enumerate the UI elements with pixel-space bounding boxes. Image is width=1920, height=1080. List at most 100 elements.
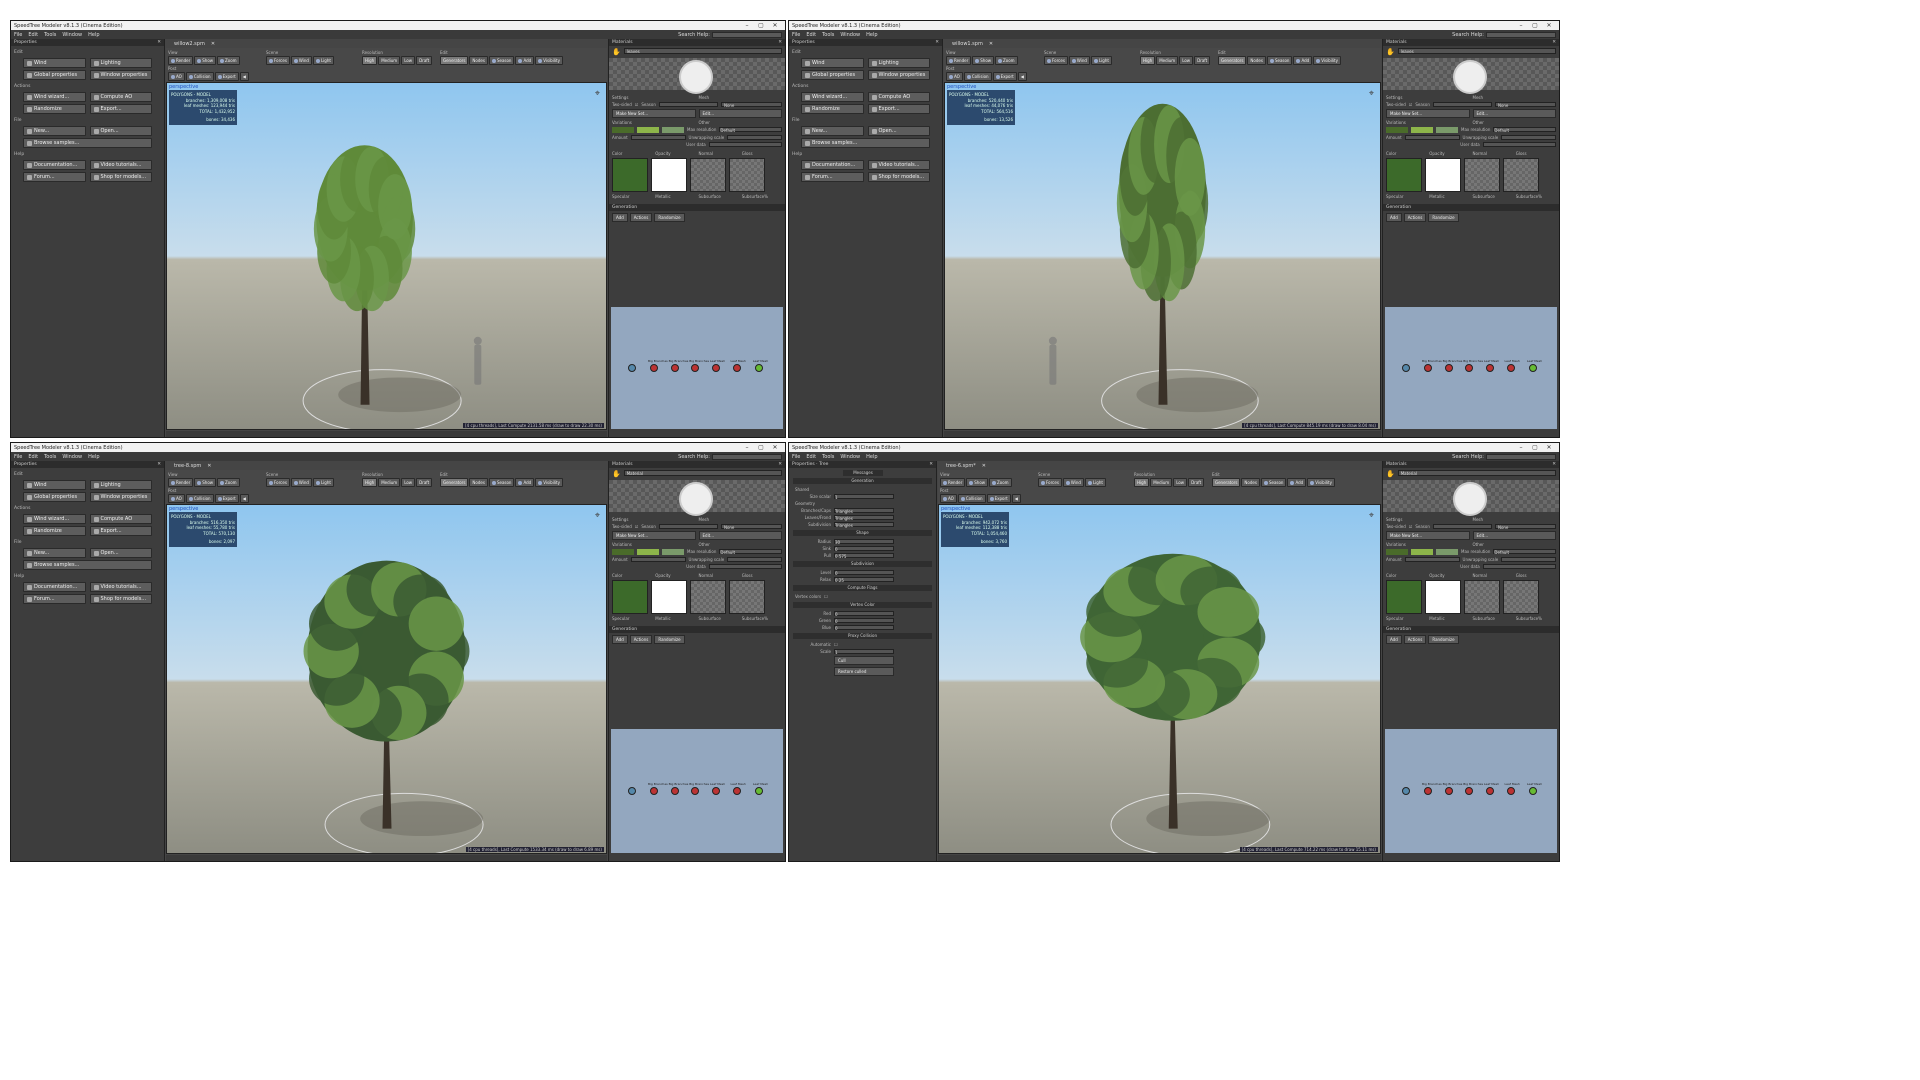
ao-button[interactable]: AO	[168, 72, 185, 81]
back-arrow-icon[interactable]: ◀	[239, 494, 249, 503]
search-help-input[interactable]	[1486, 453, 1556, 460]
gen-actions-button[interactable]: Actions	[629, 635, 653, 644]
window-properties-button[interactable]: Window properties	[89, 492, 152, 502]
menu-help[interactable]: Help	[88, 32, 99, 38]
3d-viewport[interactable]: perspective POLYGONS - MODEL branches: 5…	[944, 82, 1381, 430]
close-button[interactable]: ✕	[768, 22, 782, 29]
ao-button[interactable]: AO	[946, 72, 963, 81]
hand-icon[interactable]: ✋	[1386, 48, 1395, 56]
panel-close-icon[interactable]: ✕	[1552, 462, 1556, 467]
variation-swatch[interactable]	[662, 127, 684, 133]
green-field[interactable]: 0	[834, 618, 894, 624]
pull-field[interactable]: 0.575	[834, 553, 894, 559]
menu-edit[interactable]: Edit	[28, 32, 38, 38]
video-tutorials-button[interactable]: Video tutorials...	[89, 582, 152, 592]
close-button[interactable]: ✕	[1542, 444, 1556, 451]
season-field[interactable]	[1432, 524, 1492, 529]
generators-button[interactable]: Generators	[440, 56, 469, 65]
wind-wizard-button[interactable]: Wind wizard...	[23, 514, 86, 524]
video-tutorials-button[interactable]: Video tutorials...	[867, 160, 930, 170]
browse-samples-button[interactable]: Browse samples...	[23, 560, 152, 570]
material-select[interactable]: Material	[623, 470, 782, 476]
menu-edit[interactable]: Edit	[806, 32, 816, 38]
panel-close-icon[interactable]: ✕	[157, 40, 161, 45]
gen-add-button[interactable]: Add	[612, 213, 628, 222]
visibility-button[interactable]: Visibility	[1313, 56, 1341, 65]
lighting-button[interactable]: Lighting	[89, 480, 152, 490]
export-button[interactable]: Export	[214, 72, 239, 81]
menu-edit[interactable]: Edit	[28, 454, 38, 460]
nodes-button[interactable]: Nodes	[469, 478, 488, 487]
resolution-medium[interactable]: Medium	[1156, 56, 1179, 65]
size-scalar-field[interactable]: 1	[834, 494, 894, 500]
resolution-low[interactable]: Low	[1179, 56, 1194, 65]
generator-node[interactable]	[732, 364, 741, 372]
maximize-button[interactable]: ▢	[754, 22, 768, 29]
generator-node[interactable]	[1424, 787, 1432, 795]
generator-node[interactable]	[1444, 787, 1453, 795]
subdivision-select[interactable]: Triangles	[834, 522, 894, 528]
material-select[interactable]: leaves	[623, 48, 782, 54]
max-resolution-select[interactable]: Default	[1493, 549, 1556, 555]
back-arrow-icon[interactable]: ◀	[1017, 72, 1027, 81]
tree-root-node[interactable]	[627, 364, 636, 372]
generator-node[interactable]	[1465, 364, 1474, 372]
normal-map-thumb[interactable]	[1464, 580, 1500, 614]
show-button[interactable]: Show	[972, 56, 995, 65]
menu-edit[interactable]: Edit	[806, 454, 816, 460]
season-field[interactable]	[658, 102, 718, 107]
menu-help[interactable]: Help	[866, 32, 877, 38]
global-properties-button[interactable]: Global properties	[23, 492, 86, 502]
season-button[interactable]: Season	[1266, 56, 1293, 65]
resolution-draft[interactable]: Draft	[1188, 478, 1205, 487]
mesh-select[interactable]: None	[720, 102, 783, 108]
menu-window[interactable]: Window	[840, 454, 860, 460]
browse-samples-button[interactable]: Browse samples...	[23, 138, 152, 148]
resolution-medium[interactable]: Medium	[378, 56, 401, 65]
resolution-high[interactable]: High	[362, 56, 378, 65]
material-select[interactable]: Material	[1397, 470, 1556, 476]
tree-root-node[interactable]	[1401, 364, 1410, 372]
panel-close-icon[interactable]: ✕	[929, 462, 933, 467]
randomize-button[interactable]: Randomize	[23, 104, 86, 114]
user-data-field[interactable]	[708, 564, 782, 569]
leaf-node[interactable]	[1528, 787, 1537, 795]
document-tab[interactable]: tree-8.spm	[174, 463, 201, 469]
variation-swatch[interactable]	[1411, 127, 1433, 133]
light-button[interactable]: Light	[312, 478, 334, 487]
unwrapping-scale-field[interactable]	[727, 135, 783, 140]
generator-node[interactable]	[1506, 364, 1515, 372]
hand-icon[interactable]: ✋	[612, 48, 621, 56]
menu-window[interactable]: Window	[62, 32, 82, 38]
forum-button[interactable]: Forum...	[801, 172, 864, 182]
menu-file[interactable]: File	[792, 32, 800, 38]
unwrapping-scale-field[interactable]	[1501, 557, 1557, 562]
render-button[interactable]: Render	[940, 478, 966, 487]
collision-button[interactable]: Collision	[963, 72, 992, 81]
branches-caps-select[interactable]: Triangles	[834, 508, 894, 514]
shop-models-button[interactable]: Shop for models...	[867, 172, 930, 182]
make-new-set-button[interactable]: Make New Set...	[1386, 109, 1470, 118]
minimize-button[interactable]: –	[740, 22, 754, 29]
mesh-select[interactable]: None	[1494, 102, 1557, 108]
gen-actions-button[interactable]: Actions	[629, 213, 653, 222]
menu-tools[interactable]: Tools	[44, 454, 56, 460]
messages-tab[interactable]: Messages	[843, 470, 883, 476]
gen-add-button[interactable]: Add	[612, 635, 628, 644]
leaf-node[interactable]	[754, 787, 763, 795]
zoom-button[interactable]: Zoom	[217, 478, 240, 487]
gen-randomize-button[interactable]: Randomize	[1428, 213, 1459, 222]
open-button[interactable]: Open...	[89, 548, 152, 558]
blue-field[interactable]: 0	[834, 625, 894, 631]
export-dots-button[interactable]: Export...	[867, 104, 930, 114]
new-button[interactable]: New...	[23, 548, 86, 558]
variation-swatch[interactable]	[637, 549, 659, 555]
generator-node[interactable]	[1424, 364, 1432, 372]
nodes-button[interactable]: Nodes	[469, 56, 488, 65]
variation-swatch[interactable]	[612, 127, 634, 133]
panel-close-icon[interactable]: ✕	[778, 40, 782, 45]
global-properties-button[interactable]: Global properties	[23, 70, 86, 80]
generator-node[interactable]	[1485, 787, 1494, 795]
3d-viewport[interactable]: perspective POLYGONS - MODEL branches: 1…	[166, 82, 607, 430]
randomize-button[interactable]: Randomize	[23, 526, 86, 536]
